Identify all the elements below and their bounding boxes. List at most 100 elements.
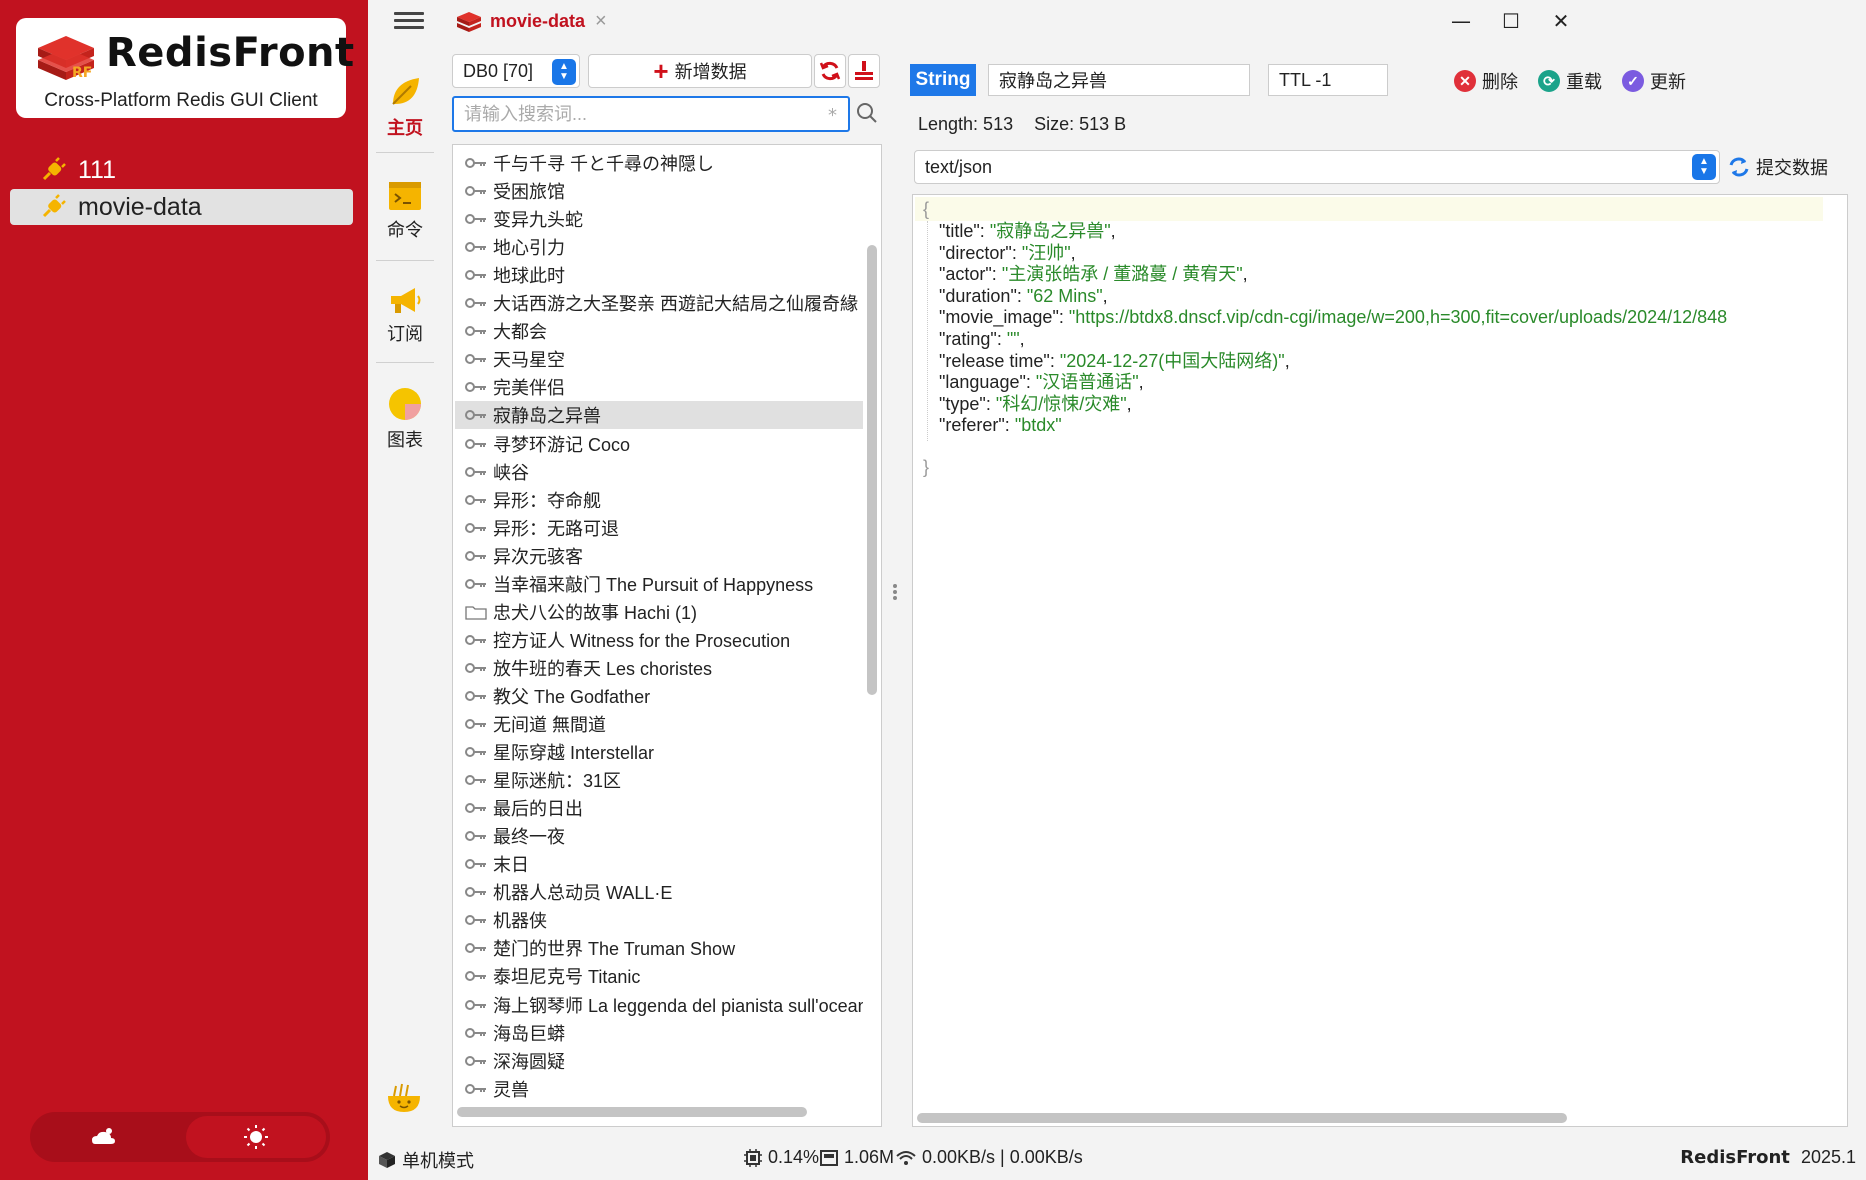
key-row[interactable]: 末日 (455, 850, 863, 878)
search-icon[interactable] (856, 102, 878, 124)
reload-icon: ⟳ (1538, 70, 1560, 92)
key-row[interactable]: 寻梦环游记 Coco (455, 430, 863, 458)
nav-subscribe[interactable]: 订阅 (368, 270, 442, 370)
format-select[interactable]: text/json ▲ ▼ (914, 150, 1720, 184)
megaphone-icon (391, 288, 421, 313)
key-label: 千与千寻 千と千尋の神隠し (493, 154, 714, 174)
delete-button[interactable]: ✕ 删除 (1454, 66, 1518, 96)
json-editor[interactable]: { "title": "寂静岛之异兽", "director": "汪帅", "ac… (912, 194, 1848, 1127)
key-row[interactable]: 教父 The Godfather (455, 682, 863, 710)
key-icon (465, 915, 486, 926)
app-subtitle: Cross-Platform Redis GUI Client (44, 90, 318, 111)
key-row[interactable]: 大都会 (455, 317, 863, 345)
key-row[interactable]: 最后的日出 (455, 794, 863, 822)
panel-splitter[interactable] (892, 582, 898, 606)
key-row[interactable]: 当幸福来敲门 The Pursuit of Happyness (455, 570, 863, 598)
hamburger-menu-button[interactable] (394, 8, 424, 34)
submit-data-button[interactable]: 提交数据 (1728, 150, 1828, 184)
dark-theme-button[interactable] (34, 1116, 174, 1158)
json-field-line: "rating": "", (939, 329, 1025, 349)
key-row[interactable]: 地球此时 (455, 261, 863, 289)
key-icon (465, 634, 486, 645)
key-row[interactable]: 寂静岛之异兽 (455, 401, 863, 430)
updown-chevron-icon: ▲ ▼ (1692, 154, 1716, 180)
connection-item-111[interactable]: 111 (10, 152, 353, 188)
key-row[interactable]: 深海圆疑 (455, 1047, 863, 1075)
key-row[interactable]: 无间道 無間道 (455, 710, 863, 738)
key-row[interactable]: 异次元骇客 (455, 542, 863, 570)
terminal-icon (389, 182, 421, 210)
json-separator: , (1138, 372, 1144, 393)
key-label: 星际迷航：31区 (493, 771, 622, 792)
key-list-vertical-scrollbar[interactable] (867, 245, 877, 695)
key-row[interactable]: 星际迷航：31区 (455, 766, 863, 794)
redis-logo-icon (457, 12, 481, 32)
key-row[interactable]: 机器侠 (455, 906, 863, 934)
key-row[interactable]: 地心引力 (455, 233, 863, 261)
json-key: "referer" (939, 415, 1005, 436)
key-folder-row[interactable]: 忠犬八公的故事 Hachi (1) (455, 598, 863, 626)
add-data-button[interactable]: + 新增数据 (588, 54, 812, 88)
key-label: 教父 The Godfather (493, 686, 651, 707)
key-row[interactable]: 变异九头蛇 (455, 205, 863, 233)
json-close-brace: } (923, 457, 930, 477)
key-row[interactable]: 放牛班的春天 Les choristes (455, 654, 863, 682)
minimize-button[interactable]: — (1446, 6, 1476, 36)
close-window-button[interactable]: ✕ (1546, 6, 1576, 36)
delete-stack-icon (855, 61, 873, 80)
editor-horizontal-scrollbar[interactable] (917, 1113, 1567, 1123)
ttl-field[interactable]: TTL -1 (1268, 64, 1388, 96)
connection-label: 111 (78, 155, 117, 184)
key-row[interactable]: 海岛巨蟒 (455, 1019, 863, 1047)
key-label: 控方证人 Witness for the Prosecution (493, 630, 791, 651)
value-size: Size: 513 B (1034, 114, 1127, 134)
regex-toggle[interactable]: * (828, 105, 837, 126)
key-label: 放牛班的春天 Les choristes (493, 658, 713, 679)
key-row[interactable]: 最终一夜 (455, 822, 863, 850)
key-name-field[interactable]: 寂静岛之异兽 (988, 64, 1250, 96)
add-data-label: 新增数据 (674, 62, 747, 82)
maximize-button[interactable]: ☐ (1496, 6, 1526, 36)
key-row[interactable]: 机器人总动员 WALL·E (455, 878, 863, 906)
key-row[interactable]: 异形：无路可退 (455, 514, 863, 542)
tab-close-icon[interactable]: × (595, 10, 607, 33)
key-row[interactable]: 大话西游之大圣娶亲 西遊記大結局之仙履奇緣 (455, 289, 863, 317)
key-row[interactable]: 完美伴侣 (455, 373, 863, 401)
key-row[interactable]: 星际穿越 Interstellar (455, 738, 863, 766)
key-row[interactable]: 受困旅馆 (455, 177, 863, 205)
submit-data-label: 提交数据 (1756, 158, 1828, 178)
key-row[interactable]: 泰坦尼克号 Titanic (455, 962, 863, 990)
key-search-input[interactable] (452, 96, 850, 132)
tab-movie-data[interactable]: movie-data × (456, 4, 607, 38)
key-icon (465, 719, 486, 729)
refresh-button[interactable] (814, 54, 846, 88)
database-select-value: DB0 [70] (463, 60, 534, 81)
connection-label: movie-data (78, 192, 202, 221)
key-row[interactable]: 峡谷 (455, 458, 863, 486)
nav-chart[interactable]: 图表 (368, 372, 442, 472)
key-label: 地心引力 (493, 238, 565, 259)
light-theme-button[interactable] (186, 1116, 326, 1158)
key-icon (465, 943, 486, 954)
key-row[interactable]: 天马星空 (455, 345, 863, 373)
key-label: 地球此时 (493, 266, 565, 287)
connection-item-movie-data[interactable]: movie-data (10, 189, 353, 225)
key-row[interactable]: 楚门的世界 The Truman Show (455, 934, 863, 962)
key-row[interactable]: 灵兽 (455, 1075, 863, 1103)
noodle-bowl-icon[interactable] (386, 1082, 422, 1114)
key-row[interactable]: 海上钢琴师 La leggenda del pianista sull'ocea… (455, 991, 863, 1019)
key-row[interactable]: 千与千寻 千と千尋の神隠し (455, 149, 863, 177)
key-list-horizontal-scrollbar[interactable] (457, 1107, 807, 1117)
reload-label: 重载 (1566, 72, 1602, 92)
nav-home[interactable]: 主页 (368, 60, 442, 160)
key-row[interactable]: 异形：夺命舰 (455, 486, 863, 514)
theme-switch[interactable] (30, 1112, 330, 1162)
key-row[interactable]: 控方证人 Witness for the Prosecution (455, 626, 863, 654)
flush-db-button[interactable] (848, 54, 880, 88)
update-button[interactable]: ✓ 更新 (1622, 66, 1686, 96)
database-select[interactable]: DB0 [70] ▲ ▼ (452, 54, 580, 88)
reload-button[interactable]: ⟳ 重载 (1538, 66, 1602, 96)
key-panel: DB0 [70] ▲▼ + 新增数据 * 千与千寻 千と千尋の神隠し受困旅馆变异… (452, 54, 882, 1127)
key-icon (465, 242, 486, 253)
nav-command[interactable]: 命令 (368, 166, 442, 266)
